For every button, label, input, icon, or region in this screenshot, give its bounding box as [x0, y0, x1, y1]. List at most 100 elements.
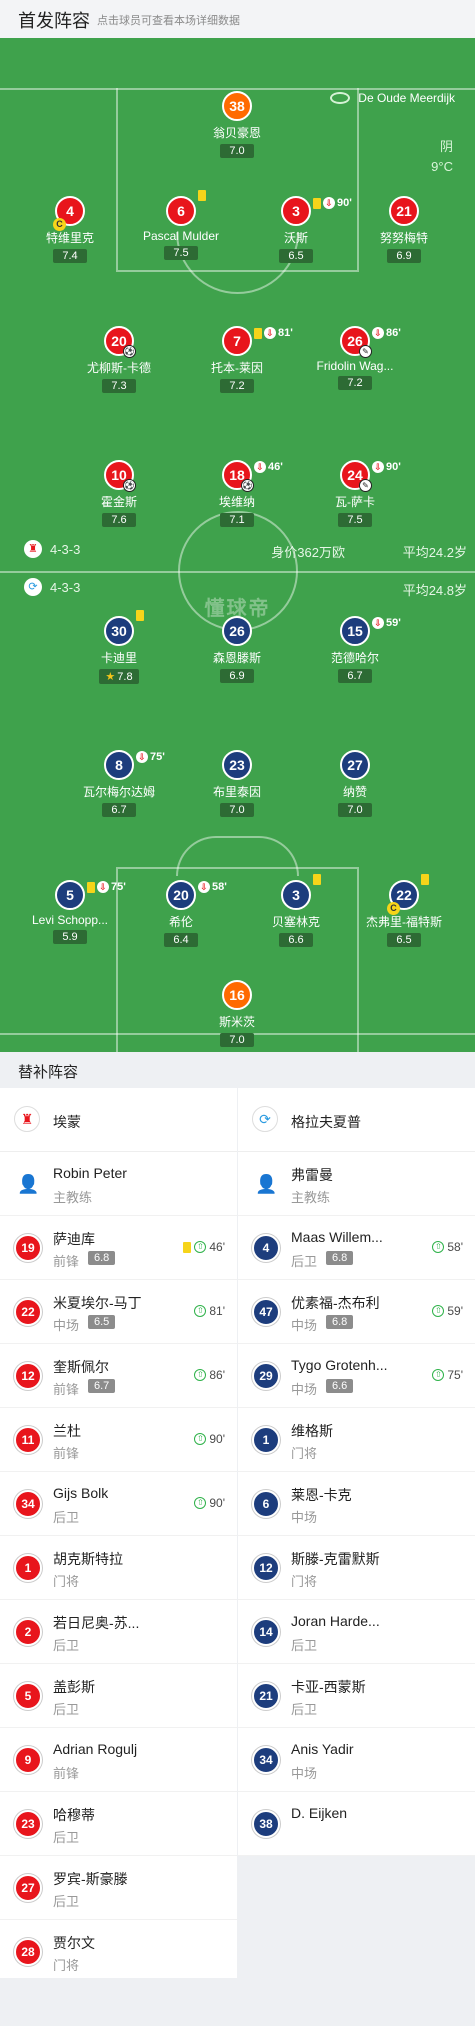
sub-event: ⇧ 75': [432, 1368, 463, 1382]
player-away-fw2[interactable]: 26 森恩滕斯 6.9: [172, 616, 302, 684]
away-formation: 4-3-3: [50, 580, 81, 595]
player-number: 23: [222, 750, 252, 780]
player-rating: 7.3: [102, 379, 136, 393]
sub-player-row[interactable]: 23 哈穆蒂 后卫: [0, 1792, 237, 1856]
sub-player-position: 后卫: [53, 1702, 80, 1717]
player-home-rb[interactable]: 21 努努梅特 6.9: [339, 196, 469, 264]
sub-player-row[interactable]: 21 卡亚-西蒙斯 后卫: [238, 1664, 475, 1728]
player-number: 30: [104, 610, 144, 646]
player-away-rb[interactable]: 22 C 杰弗里-福特斯 6.5: [339, 874, 469, 948]
away-coach-row[interactable]: 👤 弗雷曼 主教练: [238, 1152, 475, 1216]
sub-player-number: 34: [252, 1746, 280, 1774]
player-home-mid2[interactable]: 7 ⇩ 81' 托本-莱因 7.2: [172, 326, 302, 394]
player-away-fw3[interactable]: 15 ⇩ 59' 范德哈尔 6.7: [290, 616, 420, 684]
sub-player-row[interactable]: 5 盖彭斯 后卫: [0, 1664, 237, 1728]
coach-name: Robin Peter: [53, 1165, 127, 1181]
sub-minute: 86': [209, 1368, 225, 1382]
sub-in-icon: ⇧: [432, 1241, 445, 1253]
player-home-fw3[interactable]: 24 ⇩ 90' ✎ 瓦-萨卡 7.5: [290, 460, 420, 528]
player-rating: 7.1: [220, 513, 254, 527]
sub-player-row[interactable]: 22 米夏埃尔-马丁 中场 6.5 ⇧ 81': [0, 1280, 237, 1344]
yellow-card-icon: [87, 881, 95, 893]
player-number: 20 ⚽: [104, 326, 136, 358]
sub-player-row[interactable]: 11 兰杜 前锋 ⇧ 90': [0, 1408, 237, 1472]
away-formation-row: ⟳ 4-3-3 平均24.8岁: [0, 578, 475, 600]
player-home-fw1[interactable]: 10 ⚽ 霍金斯 7.6: [54, 460, 184, 528]
sub-minute: 59': [447, 1304, 463, 1318]
sub-player-position: 中场: [291, 1318, 318, 1333]
player-events: ⇩ 75': [136, 744, 165, 770]
sub-event: ⇧ 90': [194, 1496, 225, 1510]
player-number: 7 ⇩ 81': [222, 326, 293, 356]
sub-player-row[interactable]: 47 优素福-杰布利 中场 6.8 ⇧ 59': [238, 1280, 475, 1344]
sub-player-row[interactable]: 14 Joran Harde... 后卫: [238, 1600, 475, 1664]
player-rating: 6.5: [387, 933, 421, 947]
coach-role: 主教练: [291, 1190, 331, 1205]
sub-player-row[interactable]: 28 贾尔文 门将: [0, 1920, 237, 1984]
rating-value: 7.8: [117, 671, 133, 683]
sub-player-row[interactable]: 4 Maas Willem... 后卫 6.8 ⇧ 58': [238, 1216, 475, 1280]
sub-player-row[interactable]: 1 胡克斯特拉 门将: [0, 1536, 237, 1600]
player-number: 6: [166, 190, 206, 226]
player-number: 21: [389, 196, 419, 226]
sub-player-position: 中场: [291, 1510, 318, 1525]
player-away-mid1[interactable]: 8 ⇩ 75' 瓦尔梅尔达姆 6.7: [54, 750, 184, 818]
away-team-header[interactable]: ⟳ 格拉夫夏普: [238, 1088, 475, 1152]
player-away-cb1[interactable]: 20 ⇩ 58' 希伦 6.4: [116, 880, 246, 948]
sub-player-row[interactable]: 9 Adrian Rogulj 前锋: [0, 1728, 237, 1792]
sub-player-row[interactable]: 38 D. Eijken: [238, 1792, 475, 1856]
player-away-gk[interactable]: 16 斯米茨 7.0: [172, 980, 302, 1048]
sub-player-position: 中场: [291, 1766, 318, 1781]
star-icon: ★: [105, 671, 116, 683]
player-number: 27: [340, 750, 370, 780]
sub-player-row[interactable]: 19 萨迪库 前锋 6.8 ⇧ 46': [0, 1216, 237, 1280]
coach-avatar-icon: 👤: [255, 1174, 278, 1194]
sub-player-row[interactable]: 27 罗宾-斯豪滕 后卫: [0, 1856, 237, 1920]
away-avg-age: 平均24.8岁: [402, 583, 467, 598]
player-away-mid3[interactable]: 27 纳赞 7.0: [290, 750, 420, 818]
player-home-fw2[interactable]: 18 ⇩ 46' ⚽ 埃维纳 7.1: [172, 460, 302, 528]
player-away-mid2[interactable]: 23 布里泰因 7.0: [172, 750, 302, 818]
sub-in-icon: ⇧: [194, 1369, 207, 1381]
sub-player-row[interactable]: 12 斯滕-克雷默斯 门将: [238, 1536, 475, 1600]
sub-in-icon: ⇧: [194, 1241, 207, 1253]
player-home-mid3[interactable]: 26 ⇩ 86' ✎ Fridolin Wag... 7.2: [290, 326, 420, 391]
sub-player-row[interactable]: 2 若日尼奥-苏... 后卫: [0, 1600, 237, 1664]
player-name: 斯米茨: [218, 1015, 255, 1029]
player-rating: 7.0: [220, 1033, 254, 1047]
sub-player-row[interactable]: 12 奎斯佩尔 前锋 6.7 ⇧ 86': [0, 1344, 237, 1408]
number-text: 22: [396, 887, 412, 903]
player-away-fw1[interactable]: 30 卡迪里 ★ 7.8: [54, 610, 184, 685]
sub-minute: 58': [447, 1240, 463, 1254]
sub-player-number: 29: [252, 1362, 280, 1390]
home-coach-row[interactable]: 👤 Robin Peter 主教练: [0, 1152, 237, 1216]
sub-player-row[interactable]: 34 Anis Yadir 中场: [238, 1728, 475, 1792]
player-home-cb1[interactable]: 6 Pascal Mulder 7.5: [116, 190, 246, 261]
sub-out-icon: ⇩: [323, 197, 335, 209]
sub-player-number: 1: [14, 1554, 42, 1582]
sub-player-name: 兰杜: [53, 1423, 81, 1439]
sub-player-row[interactable]: 29 Tygo Grotenh... 中场 6.6 ⇧ 75': [238, 1344, 475, 1408]
coach-name: 弗雷曼: [291, 1167, 333, 1183]
sub-player-rating: 6.8: [88, 1251, 116, 1265]
sub-in-icon: ⇧: [194, 1305, 207, 1317]
player-number: 20 ⇩ 58': [166, 880, 227, 910]
sub-player-row[interactable]: 1 维格斯 门将: [238, 1408, 475, 1472]
player-events: [421, 874, 429, 885]
sub-event: ⇧ 90': [194, 1432, 225, 1446]
lineup-page: { "header": {"title": "首发阵容", "subtitle"…: [0, 0, 475, 2026]
goal-ball-icon: ⚽: [241, 479, 254, 492]
home-team-header[interactable]: ♜ 埃蒙: [0, 1088, 237, 1152]
sub-player-rating: 6.5: [88, 1315, 116, 1329]
away-subs-column: ⟳ 格拉夫夏普 👤 弗雷曼 主教练 4 Maas Willem... 后卫 6.8 ⇧ 5…: [238, 1088, 475, 1856]
away-team-logo-icon: ⟳: [252, 1106, 278, 1132]
home-team-name: 埃蒙: [53, 1114, 81, 1130]
sub-player-name: 盖彭斯: [53, 1679, 95, 1695]
sub-player-row[interactable]: 6 莱恩-卡克 中场: [238, 1472, 475, 1536]
weather: 阴 9°C: [431, 137, 453, 177]
player-number: 24 ⇩ 90' ✎: [340, 460, 401, 492]
sub-player-row[interactable]: 34 Gijs Bolk 后卫 ⇧ 90': [0, 1472, 237, 1536]
player-home-mid1[interactable]: 20 ⚽ 尤柳斯-卡德 7.3: [54, 326, 184, 394]
player-home-gk[interactable]: 38 翁贝豪恩 7.0: [172, 91, 302, 159]
player-number: 8 ⇩ 75': [104, 750, 165, 780]
